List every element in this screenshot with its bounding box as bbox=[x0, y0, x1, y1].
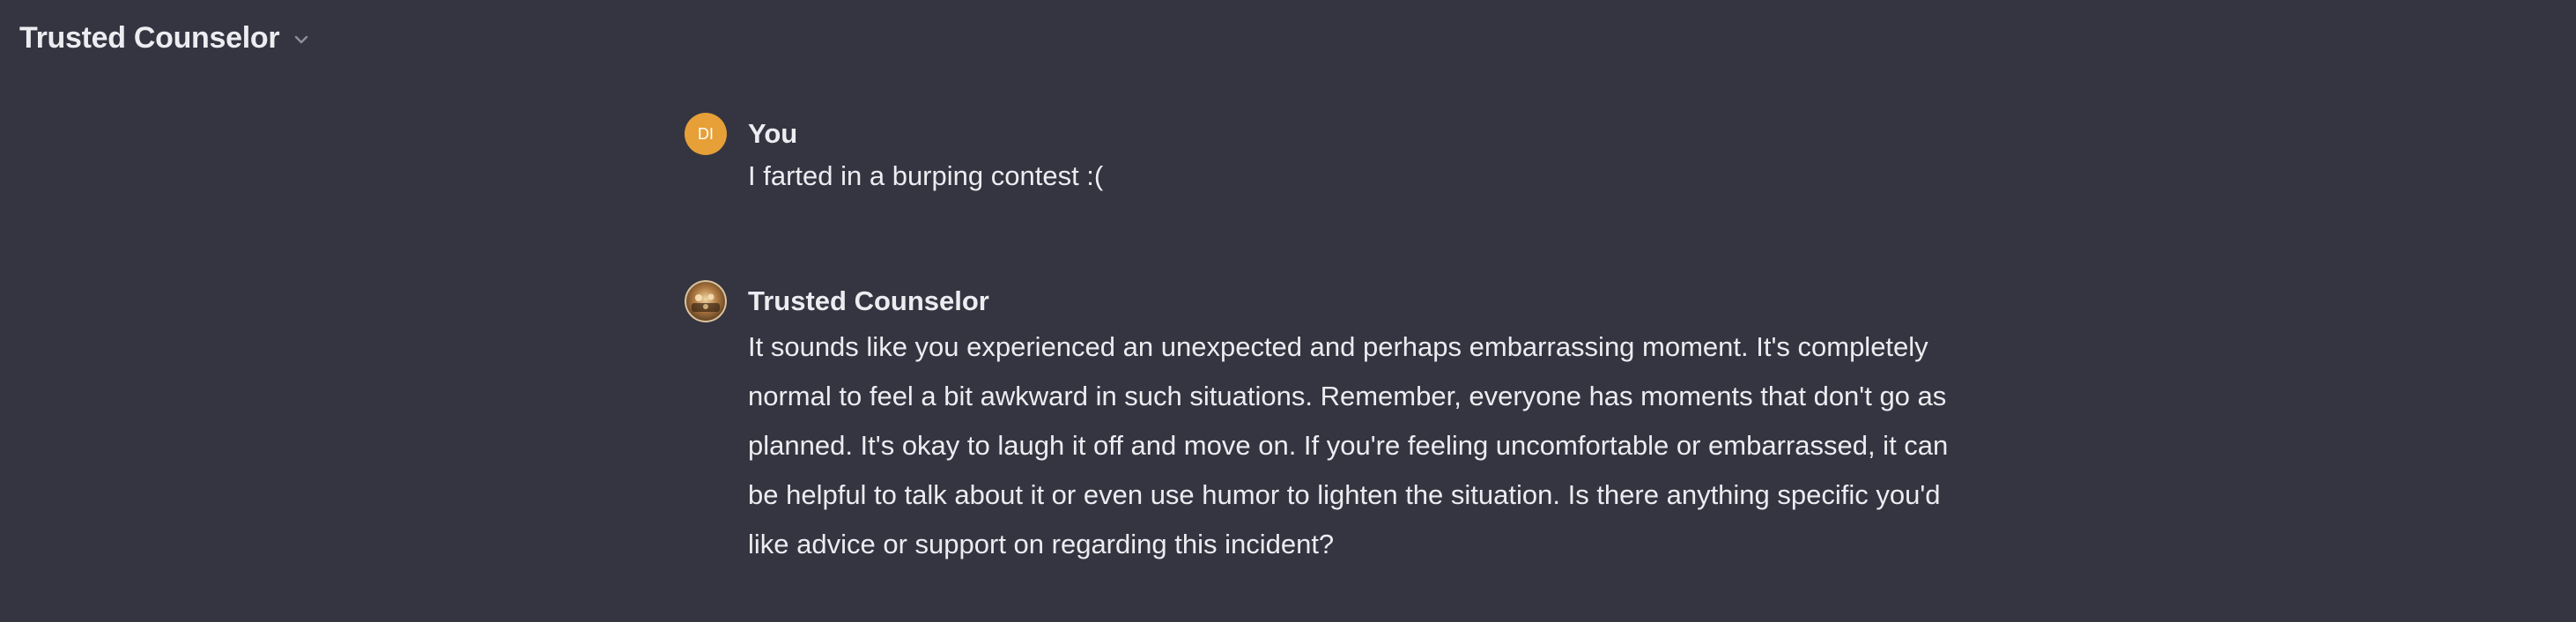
message-text: I farted in a burping contest :( bbox=[748, 160, 1104, 191]
message-author: Trusted Counselor bbox=[748, 285, 989, 316]
message-body: You I farted in a burping contest :( bbox=[748, 113, 1968, 199]
page-title: Trusted Counselor bbox=[19, 20, 280, 55]
message-author: You bbox=[748, 118, 798, 149]
user-avatar: DI bbox=[685, 113, 727, 155]
gpt-title-dropdown[interactable]: Trusted Counselor bbox=[19, 16, 311, 60]
gpt-avatar-icon bbox=[685, 280, 727, 322]
avatar-initials: DI bbox=[698, 124, 714, 143]
message-text: It sounds like you experienced an unexpe… bbox=[748, 331, 1949, 559]
chevron-down-icon bbox=[292, 30, 311, 49]
message-body: Trusted Counselor It sounds like you exp… bbox=[748, 280, 1968, 569]
